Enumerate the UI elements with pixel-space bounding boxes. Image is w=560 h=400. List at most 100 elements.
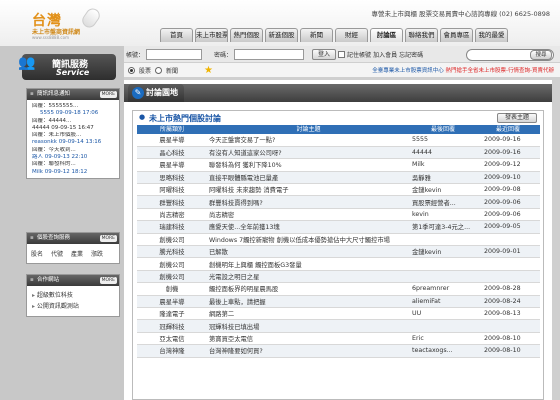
topic-cell[interactable]: 創機明年上興櫃 觸控面板G3發量 bbox=[207, 257, 410, 271]
nav-tab[interactable]: 財經 bbox=[335, 28, 368, 42]
last-reply-date-cell: 2009-09-06 bbox=[476, 208, 540, 222]
topic-cell[interactable]: 有沒有人知道這家公司呀? bbox=[207, 146, 410, 160]
sms-service-banner[interactable]: 👥 簡訊服務 Service bbox=[18, 54, 116, 80]
nav-tab[interactable]: 首頁 bbox=[160, 28, 193, 42]
main-nav: 首頁 未上市股票 熱門個股 新進個股 新聞 財經 討論區 聯絡我們 會員專區 我的最愛 bbox=[160, 28, 508, 42]
last-reply-user-cell: UU bbox=[410, 307, 476, 321]
topic-cell[interactable]: 直接平眼體縣電池已量產 bbox=[207, 171, 410, 185]
search-button[interactable]: 搜尋 bbox=[530, 50, 552, 60]
nav-tab[interactable]: 新進個股 bbox=[265, 28, 298, 42]
category-cell: 創機公司 bbox=[137, 257, 207, 271]
news-item[interactable]: 路人 09-09-13 22:10 bbox=[32, 154, 116, 161]
news-item[interactable]: reasonkk 09-09-14 13:16 bbox=[32, 139, 116, 146]
table-row: 晨星半導 最後上車點，請把握 aliemiFat 2009-08-24 bbox=[137, 295, 540, 308]
news-item[interactable]: 回覆：今天收到... bbox=[32, 147, 116, 154]
more-button[interactable]: MORE bbox=[99, 277, 117, 284]
nav-tab[interactable]: 熱門個股 bbox=[230, 28, 263, 42]
radio-stock[interactable] bbox=[128, 66, 135, 74]
table-row: 創機公司 Windows 7觸控新寵物 創機以低成本優勢搶佔中大尺寸觸控市場 bbox=[137, 233, 540, 247]
topic-cell[interactable]: 最後上車點，請把握 bbox=[207, 295, 410, 308]
category-cell: 創機公司 bbox=[137, 270, 207, 284]
topic-cell[interactable]: 應愛天使...全年前獲13塊 bbox=[207, 220, 410, 234]
radio-stock-label: 股票 bbox=[139, 67, 152, 75]
nav-tab[interactable]: 我的最愛 bbox=[475, 28, 508, 42]
topic-cell[interactable]: 阿曜科技 未來趨勢 消費電子 bbox=[207, 183, 410, 197]
table-row: 晨星半導 聯發科為何 獲利下降10% Milk 2009-09-12 bbox=[137, 158, 540, 172]
last-reply-user-cell: 金鏈kevin bbox=[410, 245, 476, 259]
topic-cell[interactable]: 已解散 bbox=[207, 245, 410, 259]
search-options-bar: 股票 新聞 ★ 全臺專業未上市股票資訊中心 熱門搶手全省未上市股票-行情查詢-買… bbox=[124, 63, 560, 77]
nav-tab[interactable]: 未上市股票 bbox=[195, 28, 228, 42]
topic-cell[interactable]: 觸控面板界的明星晨馬股 bbox=[207, 282, 410, 296]
last-reply-date-cell: 2009-09-16 bbox=[476, 146, 540, 160]
nav-tab[interactable]: 討論區 bbox=[370, 28, 403, 42]
nav-tab[interactable]: 新聞 bbox=[300, 28, 333, 42]
table-row: 尚志精密 尚志精密 kevin 2009-09-06 bbox=[137, 208, 540, 222]
main-content: ✎ 討論園地 未上市熱門個股討論 發表主題 所屬類別討論主題最後回覆最近回覆 晨… bbox=[124, 80, 552, 400]
topic-cell[interactable]: 群豐科技賣得到嗎? bbox=[207, 195, 410, 209]
banner-subtitle: Service bbox=[56, 68, 90, 77]
nav-tab[interactable]: 聯絡我們 bbox=[405, 28, 438, 42]
last-reply-date-cell: 2009-08-28 bbox=[476, 282, 540, 296]
account-input[interactable] bbox=[146, 48, 203, 60]
users-icon: 👥 bbox=[18, 55, 36, 71]
news-item[interactable]: 回覆：5555555... bbox=[32, 103, 116, 110]
category-cell: 群豐科技 bbox=[137, 195, 207, 209]
more-button[interactable]: MORE bbox=[99, 91, 117, 98]
last-reply-date-cell bbox=[476, 270, 540, 284]
topic-cell[interactable]: 台灣神隆要如何買? bbox=[207, 344, 410, 358]
query-link[interactable]: 產業 bbox=[71, 249, 83, 258]
password-label: 密碼： bbox=[214, 51, 233, 59]
topic-cell[interactable]: 冠輝科技已填出場 bbox=[207, 319, 410, 333]
forgot-link[interactable]: 忘記密碼 bbox=[399, 50, 423, 59]
logo-url: www.sss8888.com bbox=[32, 35, 69, 40]
news-item[interactable]: 44444 09-09-15 16:47 bbox=[32, 125, 116, 132]
query-link[interactable]: 代號 bbox=[51, 249, 63, 258]
column-header[interactable]: 所屬類別 bbox=[137, 125, 207, 134]
news-item[interactable]: 回覆：44444... bbox=[32, 118, 116, 125]
last-reply-date-cell: 2009-09-12 bbox=[476, 158, 540, 172]
query-link[interactable]: 漲跌 bbox=[91, 249, 103, 258]
category-cell: 台灣神隆 bbox=[137, 344, 207, 358]
partner-link[interactable]: 超級數位科技 bbox=[32, 290, 114, 301]
column-header[interactable]: 討論主題 bbox=[207, 125, 410, 134]
new-topic-button[interactable]: 發表主題 bbox=[497, 113, 537, 123]
promo-text[interactable]: 全臺專業未上市股票資訊中心 熱門搶手全省未上市股票-行情查詢-買賣代辦 bbox=[372, 66, 554, 74]
partner-link[interactable]: 公開資訊觀測站 bbox=[32, 301, 114, 312]
topic-cell[interactable]: 網路第二 bbox=[207, 307, 410, 321]
news-item[interactable]: 回覆：聯發科的... bbox=[32, 161, 116, 168]
nav-tab[interactable]: 會員專區 bbox=[440, 28, 473, 42]
login-bar: 帳號： 密碼： 登入 記住帳號 加入會員 忘記密碼 搜尋 bbox=[124, 46, 560, 63]
topic-cell[interactable]: 第寶買亞太電信 bbox=[207, 332, 410, 346]
site-logo[interactable]: 台灣 未上市盤商資訊網 www.sss8888.com bbox=[28, 5, 108, 42]
login-button[interactable]: 登入 bbox=[312, 48, 337, 60]
password-input[interactable] bbox=[234, 48, 305, 60]
column-header[interactable]: 最近回覆 bbox=[476, 125, 540, 134]
topic-cell[interactable]: 聯發科為何 獲利下降10% bbox=[207, 158, 410, 172]
table-row: 創機公司 光電設之明日之星 bbox=[137, 270, 540, 284]
category-cell: 晶心科技 bbox=[137, 146, 207, 160]
last-reply-user-cell: 吳靜雅 bbox=[410, 171, 476, 185]
news-item[interactable]: 5555 09-09-18 17:06 bbox=[32, 110, 116, 117]
join-link[interactable]: 加入會員 bbox=[373, 50, 397, 59]
news-list: 回覆：5555555... 5555 09-09-18 17:06 回覆：44444… bbox=[27, 100, 119, 178]
query-link[interactable]: 股名 bbox=[31, 249, 43, 258]
capsule-icon bbox=[79, 5, 103, 31]
column-header[interactable]: 最後回覆 bbox=[410, 125, 476, 134]
topic-cell[interactable]: 今天正盤實交易了一點? bbox=[207, 134, 410, 147]
news-item[interactable]: 回覆：未上市個股... bbox=[32, 132, 116, 139]
category-cell: 晨星半導 bbox=[137, 134, 207, 147]
radio-news[interactable] bbox=[155, 66, 163, 74]
news-item[interactable]: Milk 09-09-12 18:12 bbox=[32, 169, 116, 176]
last-reply-user-cell: Milk bbox=[410, 158, 476, 172]
topic-cell[interactable]: 光電設之明日之星 bbox=[207, 270, 410, 284]
sidebar: 👥 簡訊服務 Service 簡訊訊息通知 MORE 回覆：5555555...… bbox=[0, 46, 124, 400]
topic-cell[interactable]: 尚志精密 bbox=[207, 208, 410, 222]
more-button[interactable]: MORE bbox=[99, 235, 117, 242]
section-title: 討論園地 bbox=[146, 88, 178, 97]
hotline-text: 專營未上市興櫃 股票交易買賣中心諮詢專線 (02) 6625-0898 bbox=[371, 10, 550, 18]
category-cell: 隆達電子 bbox=[137, 307, 207, 321]
topic-cell[interactable]: Windows 7觸控新寵物 創機以低成本優勢搶佔中大尺寸觸控市場 bbox=[207, 233, 410, 247]
remember-checkbox[interactable] bbox=[338, 50, 346, 58]
table-row: 瑞建科技 應愛天使...全年前獲13塊 第1季可達3-4元之... 2009-09-0… bbox=[137, 220, 540, 234]
